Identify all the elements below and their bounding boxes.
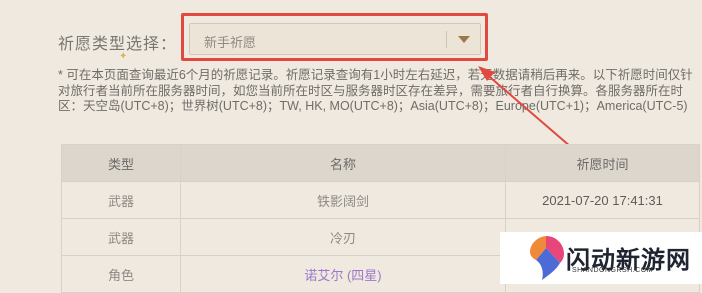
filter-label: 祈愿类型选择： [58,36,178,53]
watermark-logo: 闪动新游网 SHANDONGRSH.COM [500,232,702,284]
table-header-row: 类型 名称 祈愿时间 [61,144,700,182]
cell-type: 武器 [61,218,181,256]
chevron-down-icon[interactable] [458,36,470,43]
header-time: 祈愿时间 [505,144,700,182]
cell-name: 铁影阔剑 [180,181,506,219]
cell-type: 角色 [61,255,181,293]
cell-time: 2021-07-20 17:41:31 [505,181,700,219]
watermark-domain: SHANDONGRSH.COM [572,267,654,274]
cell-name: 冷刃 [180,218,506,256]
star-icon: ✦ [119,51,128,62]
header-name: 名称 [180,144,506,182]
select-divider [446,31,447,48]
header-type: 类型 [61,144,181,182]
table-row: 武器 铁影阔剑 2021-07-20 17:41:31 [61,181,700,219]
logo-icon [530,236,564,280]
wish-type-select[interactable]: 新手祈愿 [189,23,481,55]
wish-type-selected-value: 新手祈愿 [204,35,257,50]
notice-text: * 可在本页面查询最近6个月的祈愿记录。祈愿记录查询有1小时左右延迟，若无数据请… [58,68,693,113]
cell-name: 诺艾尔 (四星) [180,255,506,293]
cell-type: 武器 [61,181,181,219]
